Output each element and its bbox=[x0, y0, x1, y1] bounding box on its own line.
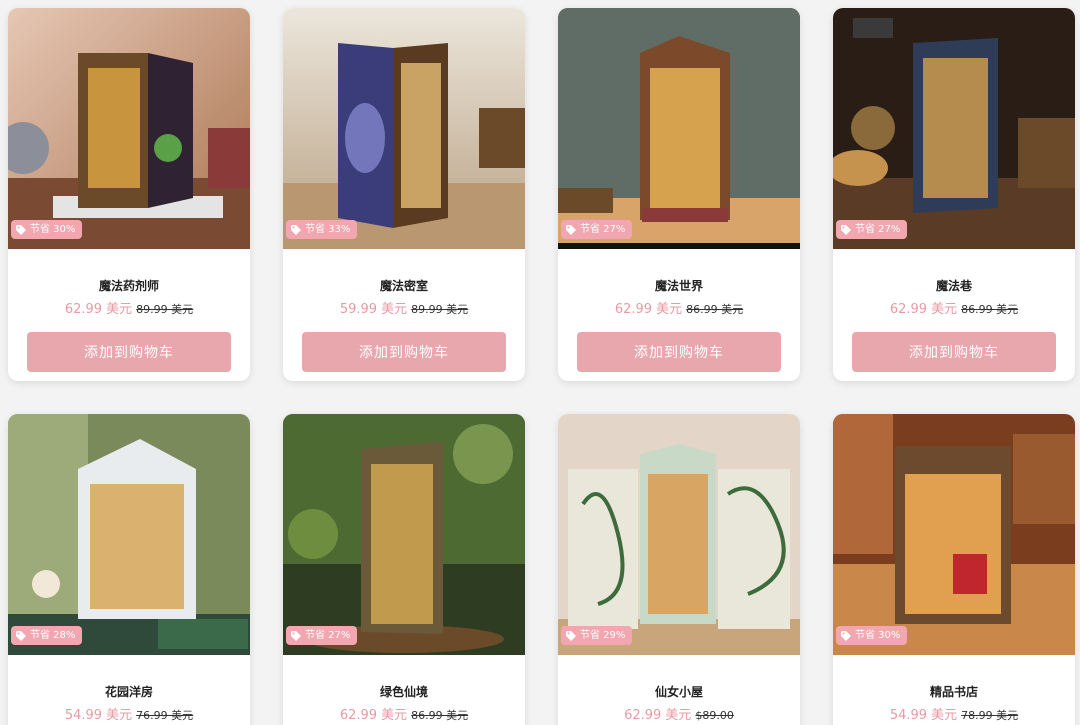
price-row: 62.99 美元 89.99 美元 bbox=[8, 300, 250, 317]
badge-text: 节省 30% bbox=[30, 224, 76, 235]
sale-price: 62.99 美元 bbox=[889, 302, 958, 317]
tag-icon bbox=[291, 224, 301, 235]
product-card[interactable]: 节省 30% 精品书店 54.99 美元 78.99 美元 bbox=[833, 414, 1075, 725]
sale-price: 62.99 美元 bbox=[64, 302, 133, 317]
product-image[interactable]: 节省 29% bbox=[558, 414, 800, 655]
product-title[interactable]: 花园洋房 bbox=[8, 684, 250, 700]
product-title[interactable]: 魔法世界 bbox=[558, 278, 800, 294]
price-row: 62.99 美元 86.99 美元 bbox=[833, 300, 1075, 317]
badge-text: 节省 29% bbox=[580, 630, 626, 641]
product-card[interactable]: 节省 30% 魔法药剂师 62.99 美元 89.99 美元 添加到购物车 bbox=[8, 8, 250, 381]
price-row: 62.99 美元 $89.00 bbox=[558, 706, 800, 723]
tag-icon bbox=[566, 630, 576, 641]
original-price: $89.00 bbox=[695, 709, 734, 722]
product-card[interactable]: 节省 29% 仙女小屋 62.99 美元 $89.00 bbox=[558, 414, 800, 725]
price-row: 54.99 美元 76.99 美元 bbox=[8, 706, 250, 723]
product-title[interactable]: 魔法药剂师 bbox=[8, 278, 250, 294]
product-image[interactable]: 节省 27% bbox=[283, 414, 525, 655]
price-row: 62.99 美元 86.99 美元 bbox=[558, 300, 800, 317]
product-card[interactable]: 节省 28% 花园洋房 54.99 美元 76.99 美元 bbox=[8, 414, 250, 725]
tag-icon bbox=[841, 224, 851, 235]
price-row: 59.99 美元 89.99 美元 bbox=[283, 300, 525, 317]
product-grid: 节省 30% 魔法药剂师 62.99 美元 89.99 美元 添加到购物车 节省… bbox=[0, 0, 1080, 725]
product-image[interactable]: 节省 30% bbox=[8, 8, 250, 249]
tag-icon bbox=[16, 630, 26, 641]
discount-badge: 节省 30% bbox=[836, 626, 908, 645]
price-row: 54.99 美元 78.99 美元 bbox=[833, 706, 1075, 723]
original-price: 78.99 美元 bbox=[961, 709, 1019, 722]
product-image[interactable]: 节省 33% bbox=[283, 8, 525, 249]
tag-icon bbox=[291, 630, 301, 641]
add-to-cart-button[interactable]: 添加到购物车 bbox=[27, 332, 231, 372]
badge-text: 节省 27% bbox=[855, 224, 901, 235]
product-title[interactable]: 魔法密室 bbox=[283, 278, 525, 294]
product-image[interactable]: 节省 27% bbox=[558, 8, 800, 249]
product-image[interactable]: 节省 30% bbox=[833, 414, 1075, 655]
product-title[interactable]: 魔法巷 bbox=[833, 278, 1075, 294]
discount-badge: 节省 28% bbox=[11, 626, 83, 645]
product-title[interactable]: 精品书店 bbox=[833, 684, 1075, 700]
sale-price: 62.99 美元 bbox=[339, 708, 408, 723]
discount-badge: 节省 30% bbox=[11, 220, 83, 239]
badge-text: 节省 28% bbox=[30, 630, 76, 641]
product-card[interactable]: 节省 27% 魔法世界 62.99 美元 86.99 美元 添加到购物车 bbox=[558, 8, 800, 381]
sale-price: 54.99 美元 bbox=[64, 708, 133, 723]
sale-price: 54.99 美元 bbox=[889, 708, 958, 723]
product-title[interactable]: 绿色仙境 bbox=[283, 684, 525, 700]
discount-badge: 节省 27% bbox=[561, 220, 633, 239]
badge-text: 节省 27% bbox=[580, 224, 626, 235]
add-to-cart-button[interactable]: 添加到购物车 bbox=[577, 332, 781, 372]
tag-icon bbox=[16, 224, 26, 235]
price-row: 62.99 美元 86.99 美元 bbox=[283, 706, 525, 723]
badge-text: 节省 30% bbox=[855, 630, 901, 641]
original-price: 89.99 美元 bbox=[136, 303, 194, 316]
add-to-cart-button[interactable]: 添加到购物车 bbox=[302, 332, 506, 372]
add-to-cart-button[interactable]: 添加到购物车 bbox=[852, 332, 1056, 372]
product-card[interactable]: 节省 27% 魔法巷 62.99 美元 86.99 美元 添加到购物车 bbox=[833, 8, 1075, 381]
discount-badge: 节省 33% bbox=[286, 220, 358, 239]
badge-text: 节省 33% bbox=[305, 224, 351, 235]
discount-badge: 节省 29% bbox=[561, 626, 633, 645]
discount-badge: 节省 27% bbox=[836, 220, 908, 239]
tag-icon bbox=[566, 224, 576, 235]
discount-badge: 节省 27% bbox=[286, 626, 358, 645]
product-title[interactable]: 仙女小屋 bbox=[558, 684, 800, 700]
sale-price: 62.99 美元 bbox=[614, 302, 683, 317]
product-image[interactable]: 节省 27% bbox=[833, 8, 1075, 249]
sale-price: 62.99 美元 bbox=[624, 708, 692, 723]
sale-price: 59.99 美元 bbox=[339, 302, 408, 317]
product-card[interactable]: 节省 33% 魔法密室 59.99 美元 89.99 美元 添加到购物车 bbox=[283, 8, 525, 381]
original-price: 86.99 美元 bbox=[411, 709, 469, 722]
badge-text: 节省 27% bbox=[305, 630, 351, 641]
tag-icon bbox=[841, 630, 851, 641]
original-price: 86.99 美元 bbox=[686, 303, 744, 316]
product-image[interactable]: 节省 28% bbox=[8, 414, 250, 655]
original-price: 76.99 美元 bbox=[136, 709, 194, 722]
product-card[interactable]: 节省 27% 绿色仙境 62.99 美元 86.99 美元 bbox=[283, 414, 525, 725]
original-price: 86.99 美元 bbox=[961, 303, 1019, 316]
original-price: 89.99 美元 bbox=[411, 303, 469, 316]
